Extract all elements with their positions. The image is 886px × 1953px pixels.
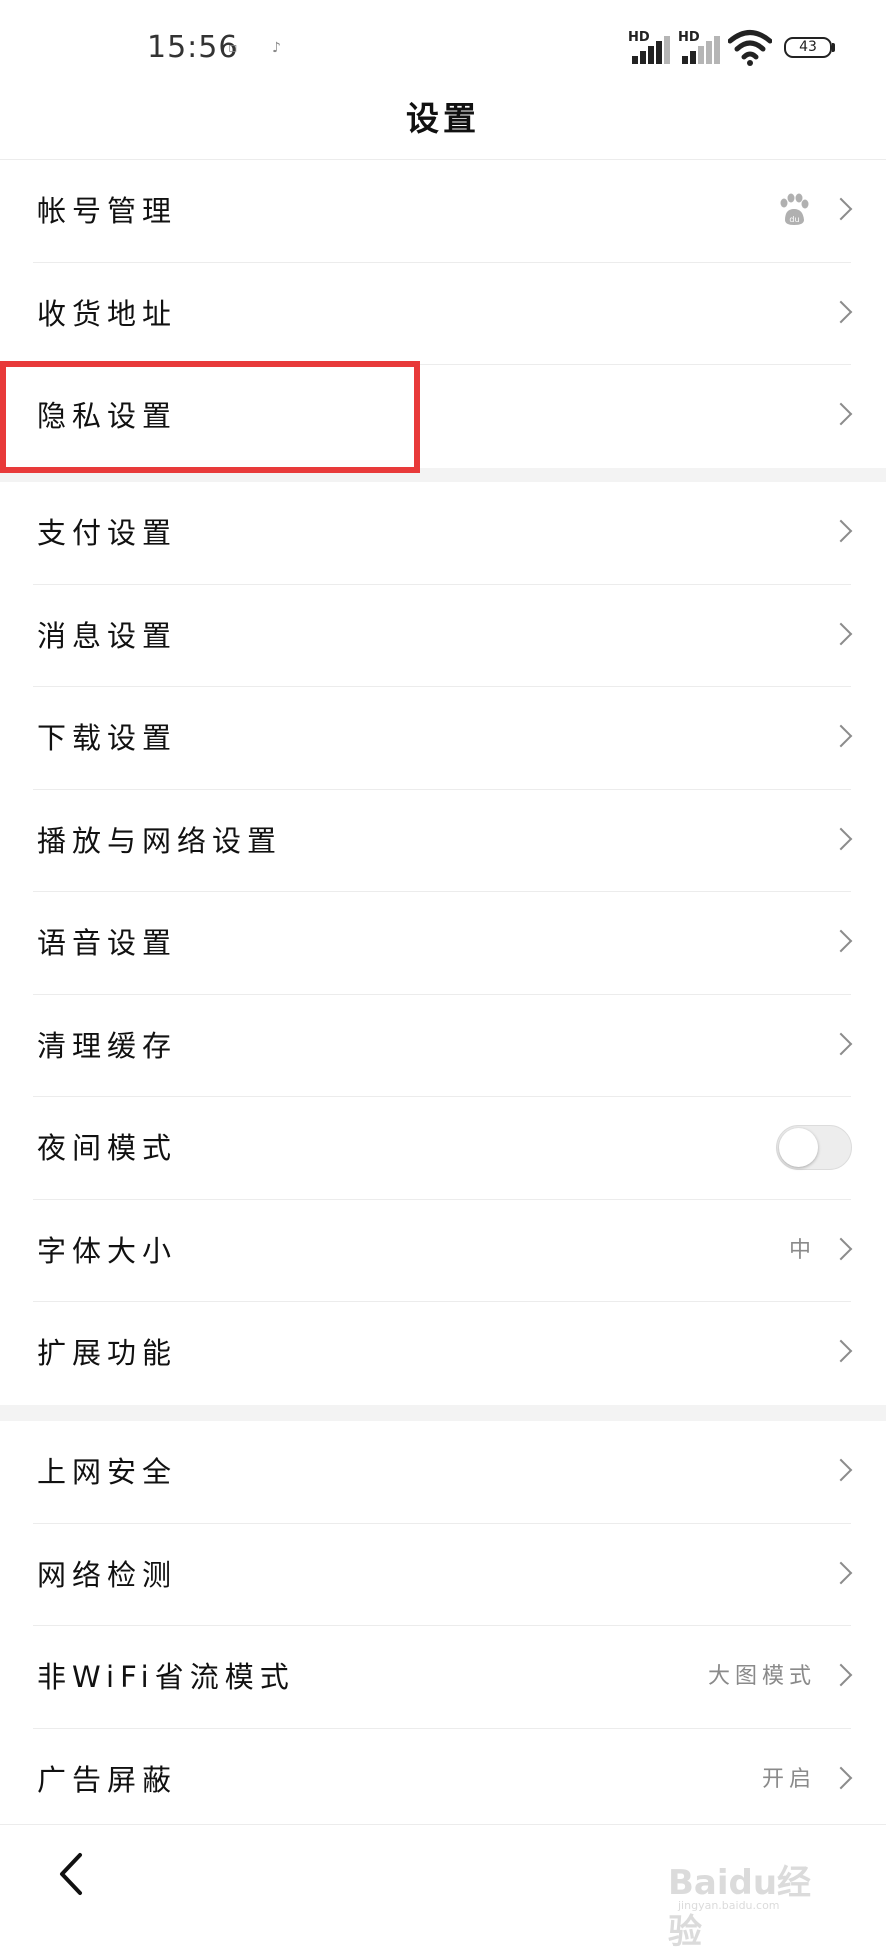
settings-row-clear-cache[interactable]: 清理缓存 [0,995,886,1098]
bottom-bar: Baidu经验 jingyan.baidu.com [0,1824,886,1952]
chevron-right-icon [829,197,853,221]
settings-row-voice[interactable]: 语音设置 [0,892,886,995]
chevron-right-icon [829,1237,853,1260]
settings-row-download[interactable]: 下载设置 [0,687,886,790]
row-label: 网络检测 [37,1557,178,1592]
status-time: 15:56 [147,30,239,65]
battery-indicator: 43 [784,37,832,58]
settings-row-internet-security[interactable]: 上网安全 [0,1421,886,1524]
chevron-right-icon [829,402,853,426]
group-separator [0,1405,886,1421]
page-title: 设置 [406,99,480,138]
chevron-right-icon [829,1458,853,1482]
chevron-right-icon [829,300,853,323]
settings-row-message[interactable]: 消息设置 [0,585,886,688]
row-label: 帐号管理 [37,194,178,228]
chevron-right-icon [829,1561,853,1584]
signal-strength-1-icon: HD [628,30,672,64]
chevron-right-icon [829,827,853,850]
group-separator [0,468,886,482]
settings-row-privacy[interactable]: 隐私设置 [0,365,886,468]
settings-row-ad-block[interactable]: 广告屏蔽 开启 [0,1729,886,1832]
row-value: 大图模式 [707,1664,816,1689]
chevron-right-icon [829,1339,853,1363]
settings-row-font-size[interactable]: 字体大小 中 [0,1200,886,1303]
chevron-right-icon [829,1663,853,1687]
watermark-subtext: jingyan.baidu.com [678,1899,780,1912]
wifi-icon [728,30,772,66]
night-mode-toggle[interactable] [776,1125,852,1170]
row-label: 语音设置 [37,926,178,960]
settings-row-data-saver[interactable]: 非WiFi省流模式 大图模式 [0,1626,886,1729]
signal-strength-2-icon: HD [678,30,722,64]
row-label: 上网安全 [37,1455,178,1489]
status-bar: 15:56 ▫ ♪ HD HD 43 [0,0,886,96]
chevron-right-icon [829,929,853,953]
row-label: 隐私设置 [37,399,178,433]
row-label: 消息设置 [37,618,178,653]
chevron-right-icon [829,622,853,645]
row-label: 清理缓存 [37,1028,178,1063]
settings-group-general: 支付设置 消息设置 下载设置 播放与网络设置 语音设置 清理缓存 夜间模式 字体… [0,482,886,1405]
chevron-right-icon [829,519,853,543]
settings-row-night-mode: 夜间模式 [0,1097,886,1200]
settings-group-account: 帐号管理 du 收货地址 隐私设置 [0,160,886,468]
row-value: 中 [788,1237,816,1263]
row-label: 广告屏蔽 [37,1762,178,1797]
row-label: 非WiFi省流模式 [37,1660,295,1694]
signal-label: HD [628,30,650,45]
settings-row-address[interactable]: 收货地址 [0,263,886,366]
battery-tip [832,43,835,52]
tiktok-notification-icon: ♪ [272,40,281,56]
toggle-knob [779,1128,818,1167]
baidu-paw-icon: du [780,193,809,225]
back-arrow-icon[interactable] [50,1849,100,1899]
settings-group-network: 上网安全 网络检测 非WiFi省流模式 大图模式 广告屏蔽 开启 [0,1421,886,1831]
row-value: 开启 [761,1766,816,1792]
row-label: 夜间模式 [37,1131,178,1165]
settings-row-playback-network[interactable]: 播放与网络设置 [0,790,886,893]
calendar-notification-icon: ▫ [228,40,238,56]
row-label: 支付设置 [37,516,178,550]
settings-row-account[interactable]: 帐号管理 du [0,160,886,263]
settings-row-payment[interactable]: 支付设置 [0,482,886,585]
svg-text:du: du [789,215,799,224]
row-label: 扩展功能 [37,1336,178,1370]
chevron-right-icon [829,724,853,748]
row-label: 字体大小 [37,1233,178,1268]
chevron-right-icon [829,1032,853,1055]
signal-label: HD [678,30,700,45]
settings-row-network-check[interactable]: 网络检测 [0,1524,886,1627]
baidu-watermark: Baidu经验 jingyan.baidu.com [668,1843,838,1952]
row-label: 下载设置 [37,721,178,755]
settings-row-extensions[interactable]: 扩展功能 [0,1302,886,1405]
row-label: 播放与网络设置 [37,823,283,858]
chevron-right-icon [829,1766,853,1789]
row-label: 收货地址 [37,296,178,331]
